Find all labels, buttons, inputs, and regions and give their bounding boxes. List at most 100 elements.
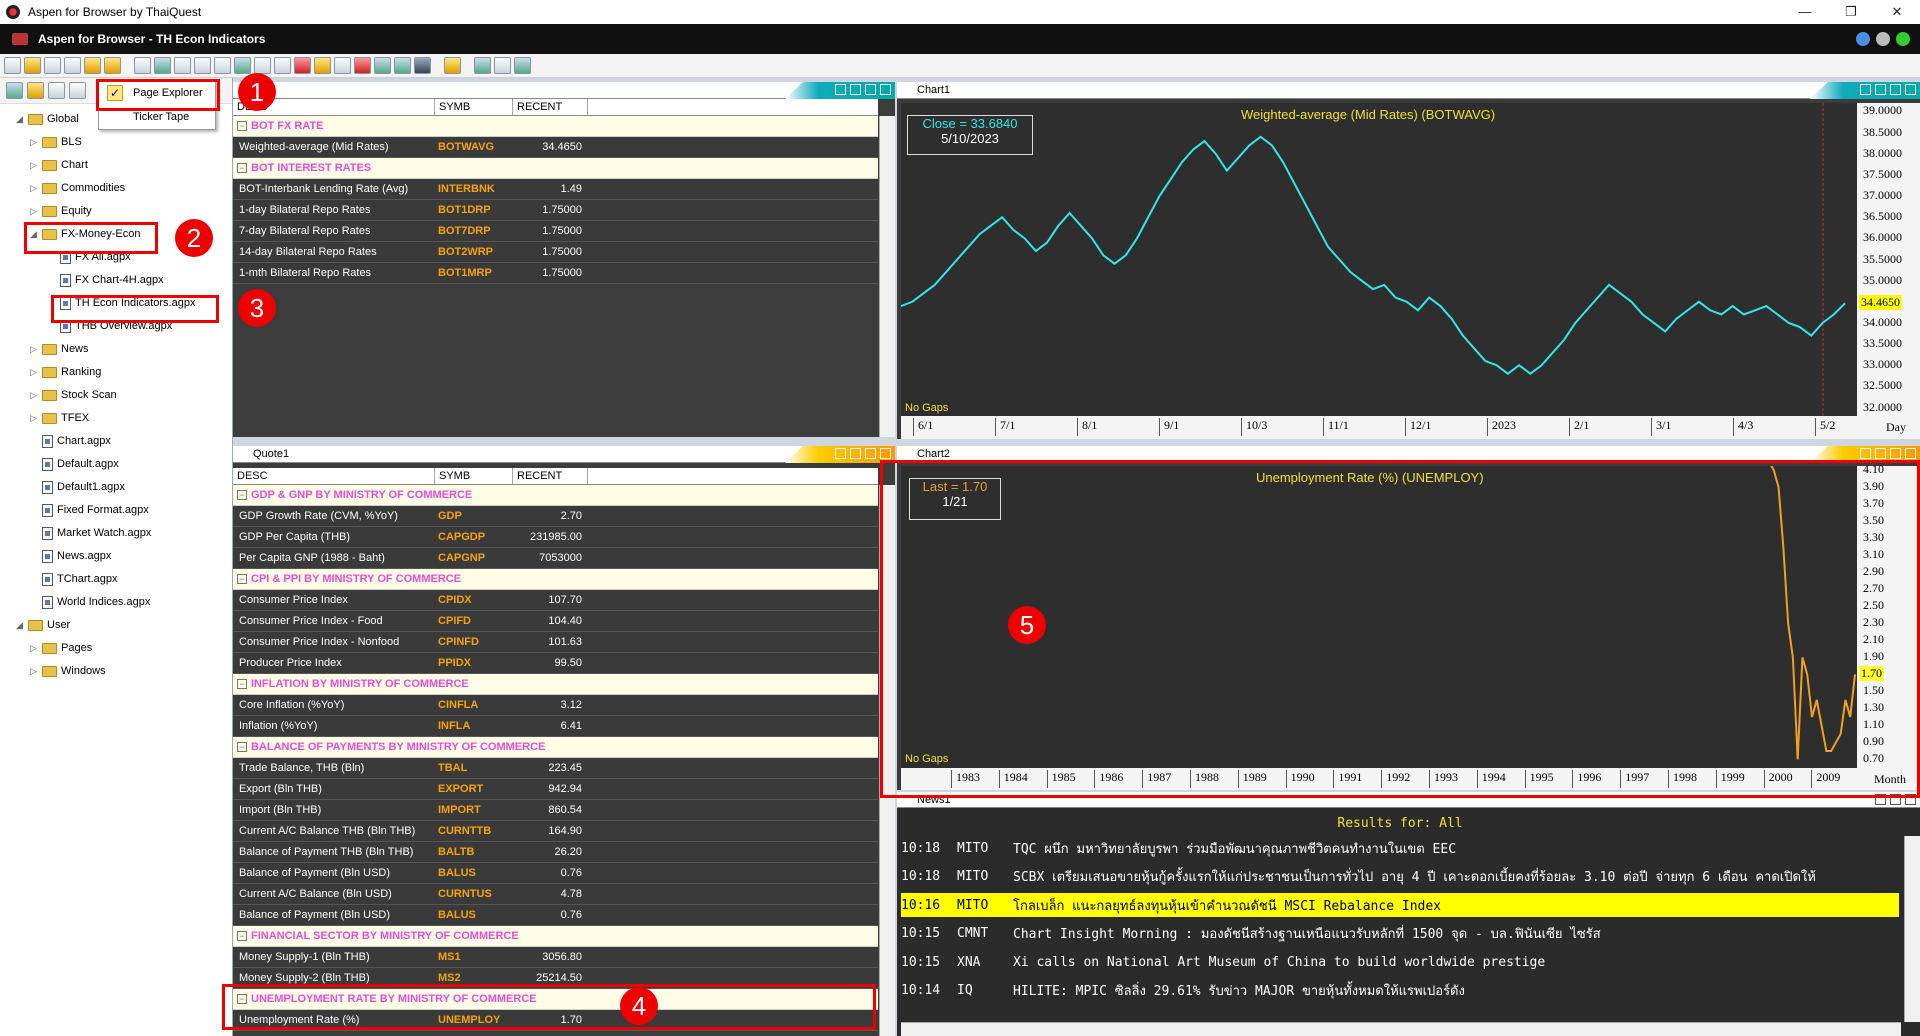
tree-item[interactable]: FX All.agpx bbox=[60, 247, 131, 267]
quote-row[interactable]: 14-day Bilateral Repo Rates BOT2WRP 1.7500… bbox=[233, 242, 878, 263]
layout-icon[interactable] bbox=[1860, 84, 1871, 95]
collapse-icon[interactable]: − bbox=[237, 121, 247, 131]
grid-icon[interactable] bbox=[314, 57, 331, 74]
tree-item[interactable]: ◢ User bbox=[16, 615, 70, 635]
quote-icon[interactable] bbox=[194, 57, 211, 74]
quote-row[interactable]: 1-day Bilateral Repo Rates BOT1DRP 1.75000 bbox=[233, 200, 878, 221]
expanded-arrow-icon[interactable]: ◢ bbox=[16, 114, 28, 125]
favorite-icon[interactable] bbox=[104, 57, 121, 74]
delete-icon[interactable] bbox=[69, 82, 86, 99]
quote-row[interactable]: 1-mth Bilateral Repo Rates BOT1MRP 1.75000 bbox=[233, 263, 878, 284]
quote1-scrollbar[interactable] bbox=[879, 485, 895, 1036]
share-icon[interactable] bbox=[514, 57, 531, 74]
column-symb[interactable]: SYMB bbox=[435, 99, 513, 115]
maximize-panel-icon[interactable] bbox=[865, 448, 876, 459]
news-item[interactable]: 10:15 CMNT Chart Insight Morning : มองดัชน… bbox=[901, 922, 1899, 946]
quote-row[interactable]: Import (Bln THB) IMPORT 860.54 bbox=[233, 800, 878, 821]
maximize-panel-icon[interactable] bbox=[1890, 448, 1901, 459]
column-recent[interactable]: RECENT bbox=[513, 468, 588, 484]
tree-item[interactable]: TChart.agpx bbox=[30, 569, 118, 589]
news-icon[interactable] bbox=[234, 57, 251, 74]
close-panel-icon[interactable] bbox=[880, 84, 891, 95]
help-icon[interactable] bbox=[1856, 32, 1870, 46]
maximize-panel-icon[interactable] bbox=[865, 84, 876, 95]
tree-item[interactable]: ▷ TFEX bbox=[30, 408, 89, 428]
tree-item[interactable]: World Indices.agpx bbox=[30, 592, 150, 612]
column-desc[interactable]: DESC bbox=[233, 468, 435, 484]
close-button[interactable]: ✕ bbox=[1874, 4, 1920, 20]
section-header-row[interactable]: − GDP & GNP BY MINISTRY OF COMMERCE bbox=[233, 485, 878, 506]
tree-item[interactable]: ▷ Ranking bbox=[30, 362, 101, 382]
quote-row[interactable]: Current A/C Balance THB (Bln THB) CURNTTB… bbox=[233, 821, 878, 842]
screen-icon[interactable] bbox=[274, 57, 291, 74]
section-header-row[interactable]: − BOT INTEREST RATES bbox=[233, 158, 878, 179]
minimize-panel-icon[interactable] bbox=[1875, 448, 1886, 459]
collapse-icon[interactable]: − bbox=[237, 679, 247, 689]
globe-icon[interactable] bbox=[374, 57, 391, 74]
section-header-row[interactable]: − BALANCE OF PAYMENTS BY MINISTRY OF COMM… bbox=[233, 737, 878, 758]
section-header-row[interactable]: − CPI & PPI BY MINISTRY OF COMMERCE bbox=[233, 569, 878, 590]
section-header-row[interactable]: − UNEMPLOYMENT RATE BY MINISTRY OF COMMER… bbox=[233, 989, 878, 1010]
minimize-button[interactable]: — bbox=[1782, 4, 1828, 20]
tree-item[interactable]: ▷ News bbox=[30, 339, 89, 359]
collapsed-arrow-icon[interactable]: ▷ bbox=[30, 183, 42, 194]
quote-row[interactable]: Consumer Price Index - Food CPIFD 104.40 bbox=[233, 611, 878, 632]
tree-item[interactable]: Fixed Format.agpx bbox=[30, 500, 149, 520]
collapsed-arrow-icon[interactable]: ▷ bbox=[30, 413, 42, 424]
monitor-icon[interactable] bbox=[394, 57, 411, 74]
quote-row[interactable]: 7-day Bilateral Repo Rates BOT7DRP 1.75000 bbox=[233, 221, 878, 242]
quote-row[interactable]: Consumer Price Index CPIDX 107.70 bbox=[233, 590, 878, 611]
table-icon[interactable] bbox=[214, 57, 231, 74]
minimize-panel-icon[interactable] bbox=[850, 84, 861, 95]
quote-row[interactable]: Trade Balance, THB (Bln) TBAL 223.45 bbox=[233, 758, 878, 779]
tree-item[interactable]: FX Chart-4H.agpx bbox=[60, 270, 164, 290]
collapse-icon[interactable]: − bbox=[237, 994, 247, 1004]
quote-row[interactable]: BOT-Interbank Lending Rate (Avg) INTERBNK… bbox=[233, 179, 878, 200]
close-panel-icon[interactable] bbox=[1905, 794, 1916, 805]
tree-item[interactable]: ▷ Pages bbox=[30, 638, 92, 658]
column-recent[interactable]: RECENT bbox=[513, 99, 588, 115]
quote-row[interactable]: Inflation (%YoY) INFLA 6.41 bbox=[233, 716, 878, 737]
menu-item-ticker-tape[interactable]: Ticker Tape bbox=[99, 105, 215, 129]
chart1-plot-area[interactable]: Weighted-average (Mid Rates) (BOTWAVG) C… bbox=[900, 103, 1857, 416]
collapsed-arrow-icon[interactable]: ▷ bbox=[30, 367, 42, 378]
link-icon[interactable] bbox=[494, 57, 511, 74]
restore-button[interactable]: ❐ bbox=[1828, 4, 1874, 20]
alert-icon[interactable] bbox=[294, 57, 311, 74]
quote-row[interactable]: Balance of Payment (Bln USD) BALUS 0.76 bbox=[233, 863, 878, 884]
tree-item[interactable]: ▷ Stock Scan bbox=[30, 385, 117, 405]
minimize-panel-icon[interactable] bbox=[1875, 84, 1886, 95]
quote-row[interactable]: Core Inflation (%YoY) CINFLA 3.12 bbox=[233, 695, 878, 716]
section-header-row[interactable]: − BOT FX RATE bbox=[233, 116, 878, 137]
quote-row[interactable]: Producer Price Index PPIDX 99.50 bbox=[233, 653, 878, 674]
maximize-panel-icon[interactable] bbox=[1890, 84, 1901, 95]
close-panel-icon[interactable] bbox=[1905, 84, 1916, 95]
collapsed-arrow-icon[interactable]: ▷ bbox=[30, 160, 42, 171]
new-page-icon[interactable] bbox=[4, 57, 21, 74]
tree-item[interactable]: TH Econ Indicators.agpx bbox=[60, 293, 195, 313]
section-header-row[interactable]: − FINANCIAL SECTOR BY MINISTRY OF COMMERC… bbox=[233, 926, 878, 947]
save-all-icon[interactable] bbox=[64, 57, 81, 74]
refresh-icon[interactable] bbox=[6, 82, 23, 99]
collapse-icon[interactable]: − bbox=[237, 574, 247, 584]
collapsed-arrow-icon[interactable]: ▷ bbox=[30, 206, 42, 217]
layout-icon[interactable] bbox=[835, 84, 846, 95]
layout-icon[interactable] bbox=[134, 57, 151, 74]
news-item[interactable]: 10:14 IQ HILITE: MPIC ซิลลิ่ง 29.61% รับข่… bbox=[901, 979, 1899, 1003]
quote2-scrollbar[interactable] bbox=[879, 116, 895, 437]
maximize-panel-icon[interactable] bbox=[1890, 794, 1901, 805]
tree-item[interactable]: ◢ FX-Money-Econ bbox=[30, 224, 140, 244]
settings-icon[interactable] bbox=[1876, 32, 1890, 46]
edit-icon[interactable] bbox=[48, 82, 65, 99]
tree-item[interactable]: News.agpx bbox=[30, 546, 111, 566]
tree-item[interactable]: ▷ Commodities bbox=[30, 178, 125, 198]
quote-row[interactable]: Export (Bln THB) EXPORT 942.94 bbox=[233, 779, 878, 800]
close-panel-icon[interactable] bbox=[880, 448, 891, 459]
quote-row[interactable]: GDP Growth Rate (CVM, %YoY) GDP 2.70 bbox=[233, 506, 878, 527]
save-icon[interactable] bbox=[44, 57, 61, 74]
tree-item[interactable]: ▷ BLS bbox=[30, 132, 82, 152]
collapse-icon[interactable]: − bbox=[237, 742, 247, 752]
terminal-icon[interactable] bbox=[414, 57, 431, 74]
news-vertical-scrollbar[interactable] bbox=[1904, 836, 1920, 1022]
stats-icon[interactable] bbox=[354, 57, 371, 74]
